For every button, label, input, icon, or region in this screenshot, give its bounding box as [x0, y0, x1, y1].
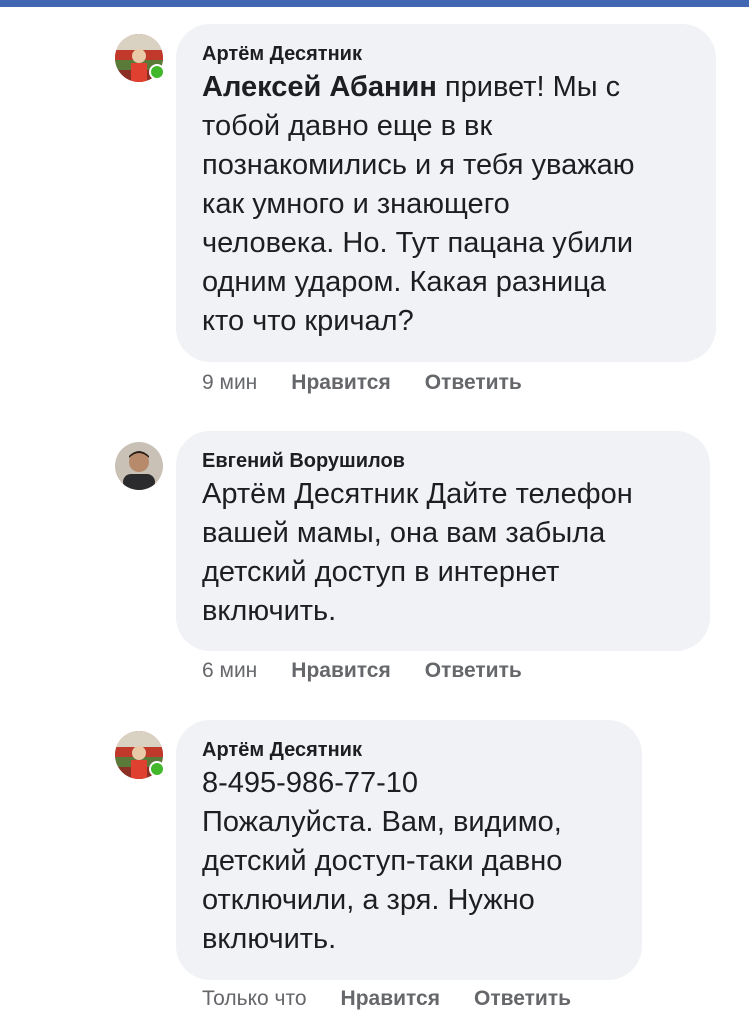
like-button[interactable]: Нравится: [291, 659, 390, 683]
avatar[interactable]: [115, 731, 165, 779]
reply-button[interactable]: Ответить: [474, 987, 571, 1011]
reply-button[interactable]: Ответить: [425, 371, 522, 395]
comment-timestamp[interactable]: Только что: [202, 987, 307, 1011]
comment-meta: 6 мин Нравится Ответить: [202, 656, 522, 686]
comment-meta: Только что Нравится Ответить: [202, 984, 571, 1014]
avatar[interactable]: [115, 34, 165, 82]
like-button[interactable]: Нравится: [341, 987, 440, 1011]
comment-bubble: Евгений Ворушилов Артём Десятник Дайте т…: [176, 431, 710, 651]
avatar[interactable]: [115, 442, 163, 490]
online-status-indicator: [149, 64, 165, 80]
like-button[interactable]: Нравится: [291, 371, 390, 395]
online-status-indicator: [149, 761, 165, 777]
comment-body: привет! Мы с тобой давно еще в вк познак…: [202, 71, 635, 337]
person-avatar-icon: [115, 442, 163, 490]
comment-bubble: Артём Десятник Алексей Абанин привет! Мы…: [176, 24, 716, 362]
top-bar: [0, 0, 749, 7]
comment-text: 8-495-986-77-10 Пожалуйста. Вам, видимо,…: [202, 767, 563, 955]
comment-bubble: Артём Десятник 8-495-986-77-10 Пожалуйст…: [176, 720, 642, 980]
comment-author[interactable]: Артём Десятник: [202, 40, 690, 68]
comment-timestamp[interactable]: 6 мин: [202, 659, 257, 683]
comment-author[interactable]: Артём Десятник: [202, 736, 616, 764]
mention-link[interactable]: Алексей Абанин: [202, 71, 437, 103]
comment-timestamp[interactable]: 9 мин: [202, 371, 257, 395]
comment-text: Алексей Абанин привет! Мы с тобой давно …: [202, 68, 690, 341]
comment-text: Артём Десятник Дайте телефон вашей мамы,…: [202, 478, 633, 627]
comment-author[interactable]: Евгений Ворушилов: [202, 447, 684, 475]
comment-meta: 9 мин Нравится Ответить: [202, 368, 522, 398]
reply-button[interactable]: Ответить: [425, 659, 522, 683]
